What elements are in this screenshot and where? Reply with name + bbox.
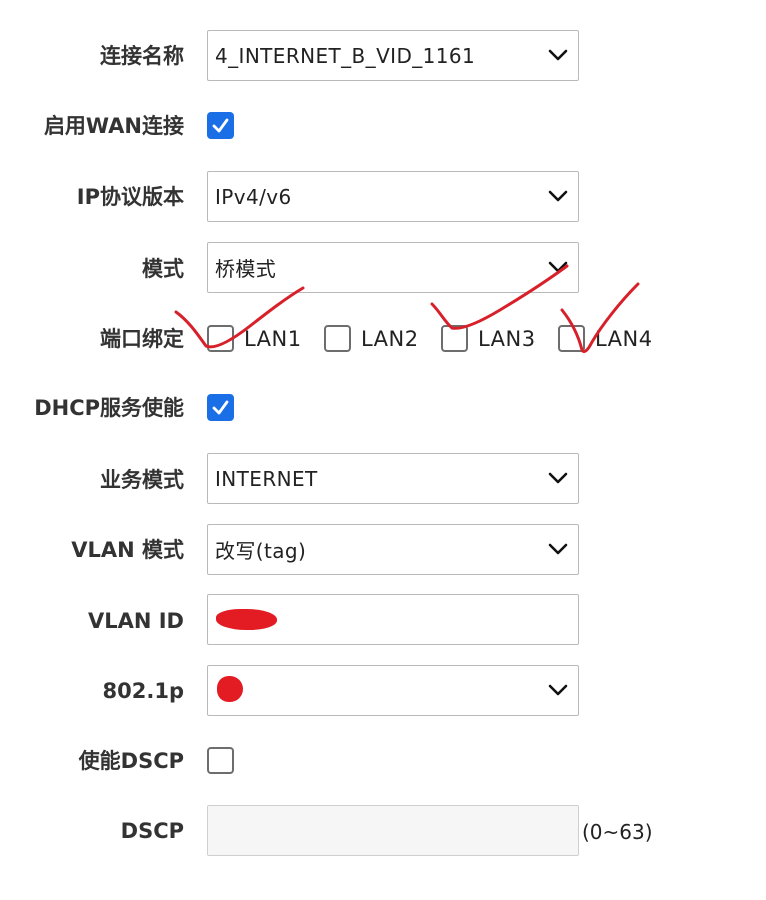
- dscp-label: DSCP: [120, 819, 184, 843]
- dhcp-service-checkbox[interactable]: [207, 394, 234, 421]
- dscp-input: [207, 805, 579, 856]
- lan1-checkbox[interactable]: [207, 325, 234, 352]
- service-mode-label: 业务模式: [100, 468, 184, 492]
- mode-label: 模式: [142, 257, 184, 281]
- mode-value: 桥模式: [215, 257, 277, 281]
- lan4-checkbox[interactable]: [558, 325, 585, 352]
- service-mode-select[interactable]: INTERNET: [207, 453, 579, 504]
- dscp-range-hint: (0~63): [582, 820, 653, 844]
- lan3-checkbox[interactable]: [441, 325, 468, 352]
- checkmark-icon: [212, 118, 229, 133]
- connection-name-value: 4_INTERNET_B_VID_1161: [215, 43, 476, 68]
- priority-8021p-redaction: [217, 676, 243, 702]
- connection-name-select[interactable]: 4_INTERNET_B_VID_1161: [207, 30, 579, 81]
- priority-8021p-select[interactable]: [207, 665, 579, 716]
- priority-8021p-label: 802.1p: [102, 679, 184, 703]
- chevron-down-icon: [548, 190, 568, 202]
- chevron-down-icon: [548, 49, 568, 61]
- enable-wan-label: 启用WAN连接: [43, 114, 184, 138]
- vlan-mode-select[interactable]: 改写(tag): [207, 524, 579, 575]
- service-mode-value: INTERNET: [215, 466, 318, 491]
- ip-protocol-select[interactable]: IPv4/v6: [207, 171, 579, 222]
- enable-dscp-checkbox[interactable]: [207, 747, 234, 774]
- port-binding-label: 端口绑定: [100, 327, 184, 351]
- vlan-mode-label: VLAN 模式: [71, 538, 184, 562]
- connection-name-label: 连接名称: [100, 44, 184, 68]
- mode-select[interactable]: 桥模式: [207, 242, 579, 293]
- enable-dscp-label: 使能DSCP: [78, 749, 184, 773]
- lan2-checkbox[interactable]: [324, 325, 351, 352]
- chevron-down-icon: [548, 543, 568, 555]
- lan4-label: LAN4: [595, 327, 653, 351]
- lan2-label: LAN2: [361, 327, 419, 351]
- chevron-down-icon: [548, 472, 568, 484]
- lan1-label: LAN1: [244, 327, 302, 351]
- dhcp-service-label: DHCP服务使能: [34, 396, 184, 420]
- vlan-mode-value: 改写(tag): [215, 539, 307, 563]
- vlan-id-redaction: [216, 609, 277, 630]
- ip-protocol-label: IP协议版本: [76, 185, 184, 209]
- chevron-down-icon: [548, 261, 568, 273]
- checkmark-icon: [212, 400, 229, 415]
- lan3-label: LAN3: [478, 327, 536, 351]
- enable-wan-checkbox[interactable]: [207, 112, 234, 139]
- vlan-id-label: VLAN ID: [87, 609, 184, 633]
- ip-protocol-value: IPv4/v6: [215, 184, 292, 209]
- chevron-down-icon: [548, 684, 568, 696]
